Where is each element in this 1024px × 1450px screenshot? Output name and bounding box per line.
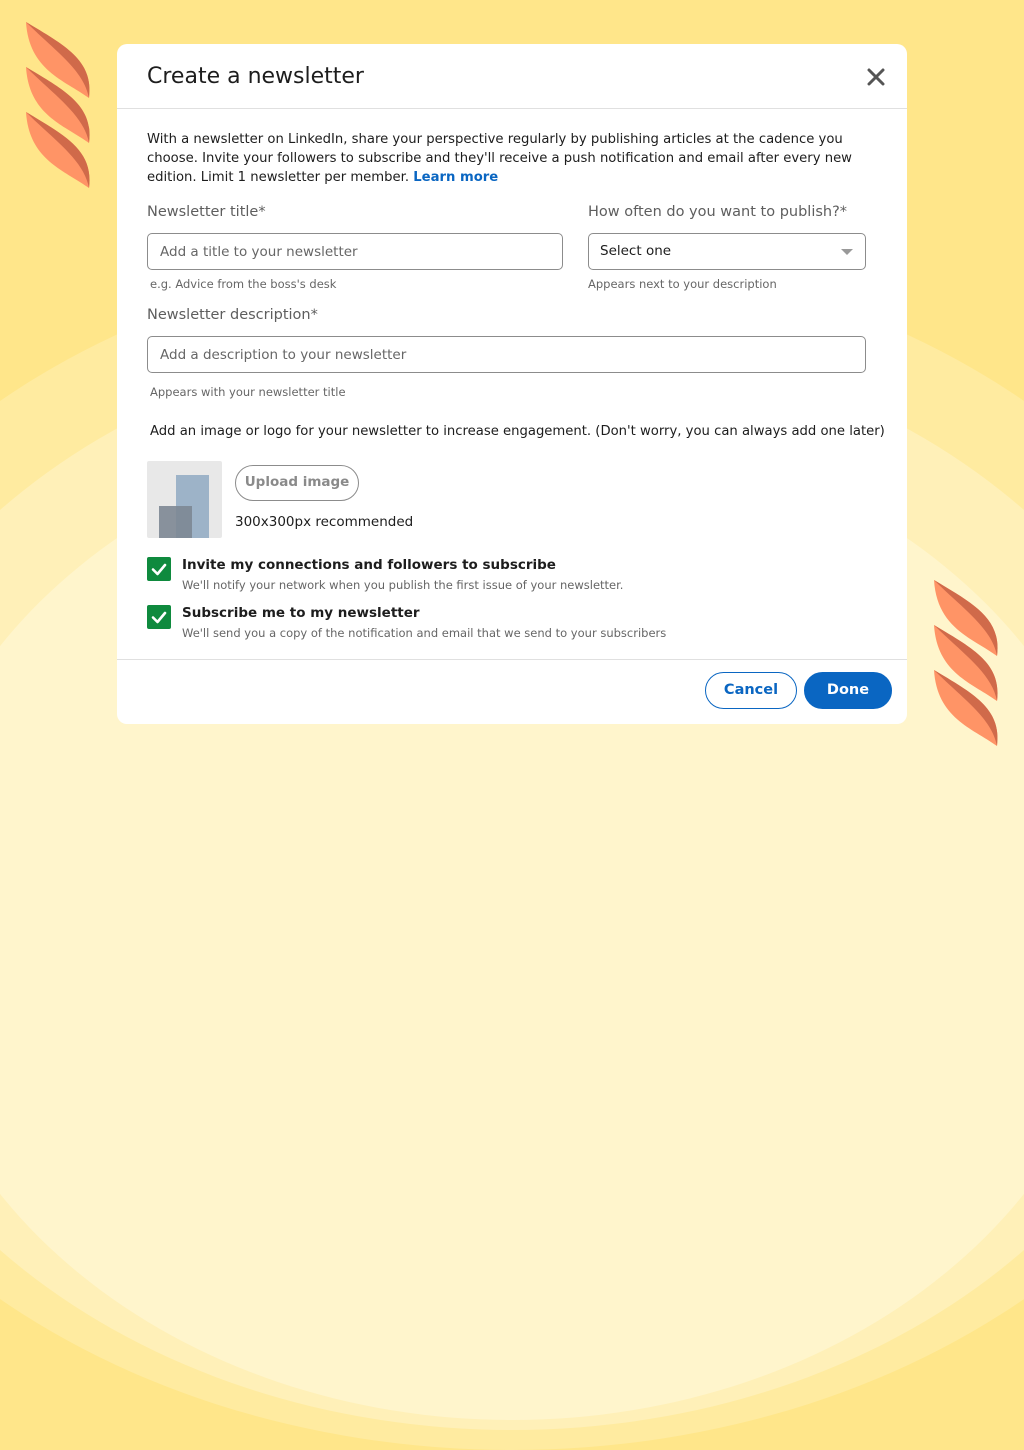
newsletter-description-label: Newsletter description* <box>147 307 318 323</box>
newsletter-description-input[interactable] <box>148 337 865 372</box>
publish-frequency-select[interactable]: Select one <box>588 233 866 270</box>
decorative-leaves-top-left <box>24 20 94 190</box>
image-size-recommendation: 300x300px recommended <box>235 514 414 530</box>
checkmark-icon <box>151 563 167 576</box>
subscribe-me-title: Subscribe me to my newsletter <box>182 605 420 621</box>
chevron-down-icon <box>841 249 853 255</box>
close-icon <box>867 68 885 86</box>
invite-connections-title: Invite my connections and followers to s… <box>182 557 556 573</box>
newsletter-title-helper: e.g. Advice from the boss's desk <box>150 277 337 291</box>
newsletter-title-label: Newsletter title* <box>147 204 266 220</box>
upload-image-button[interactable]: Upload image <box>235 465 359 501</box>
invite-connections-subtitle: We'll notify your network when you publi… <box>182 578 624 592</box>
done-button[interactable]: Done <box>804 672 892 709</box>
invite-connections-checkbox[interactable] <box>147 557 171 581</box>
publish-frequency-label: How often do you want to publish?* <box>588 204 848 220</box>
newsletter-description-helper: Appears with your newsletter title <box>150 385 346 399</box>
dialog-footer: Cancel Done <box>117 659 907 724</box>
close-button[interactable] <box>867 68 885 86</box>
dialog-title: Create a newsletter <box>147 64 364 89</box>
checkmark-icon <box>151 611 167 624</box>
image-note: Add an image or logo for your newsletter… <box>150 424 885 439</box>
learn-more-link[interactable]: Learn more <box>413 170 498 185</box>
dialog-header: Create a newsletter <box>117 44 907 109</box>
subscribe-me-subtitle: We'll send you a copy of the notificatio… <box>182 626 667 640</box>
newsletter-title-input[interactable] <box>148 234 562 269</box>
publish-frequency-helper: Appears next to your description <box>588 277 777 291</box>
image-placeholder <box>147 461 222 538</box>
intro-text: With a newsletter on LinkedIn, share you… <box>147 132 852 185</box>
newsletter-description-field[interactable] <box>147 336 866 373</box>
intro-paragraph: With a newsletter on LinkedIn, share you… <box>147 130 877 187</box>
publish-frequency-value: Select one <box>600 243 672 259</box>
create-newsletter-dialog: Create a newsletter With a newsletter on… <box>117 44 907 724</box>
decorative-leaves-bottom-right <box>932 578 1002 748</box>
cancel-button[interactable]: Cancel <box>705 672 797 709</box>
image-placeholder-icon <box>159 475 209 538</box>
subscribe-me-checkbox[interactable] <box>147 605 171 629</box>
newsletter-title-field[interactable] <box>147 233 563 270</box>
